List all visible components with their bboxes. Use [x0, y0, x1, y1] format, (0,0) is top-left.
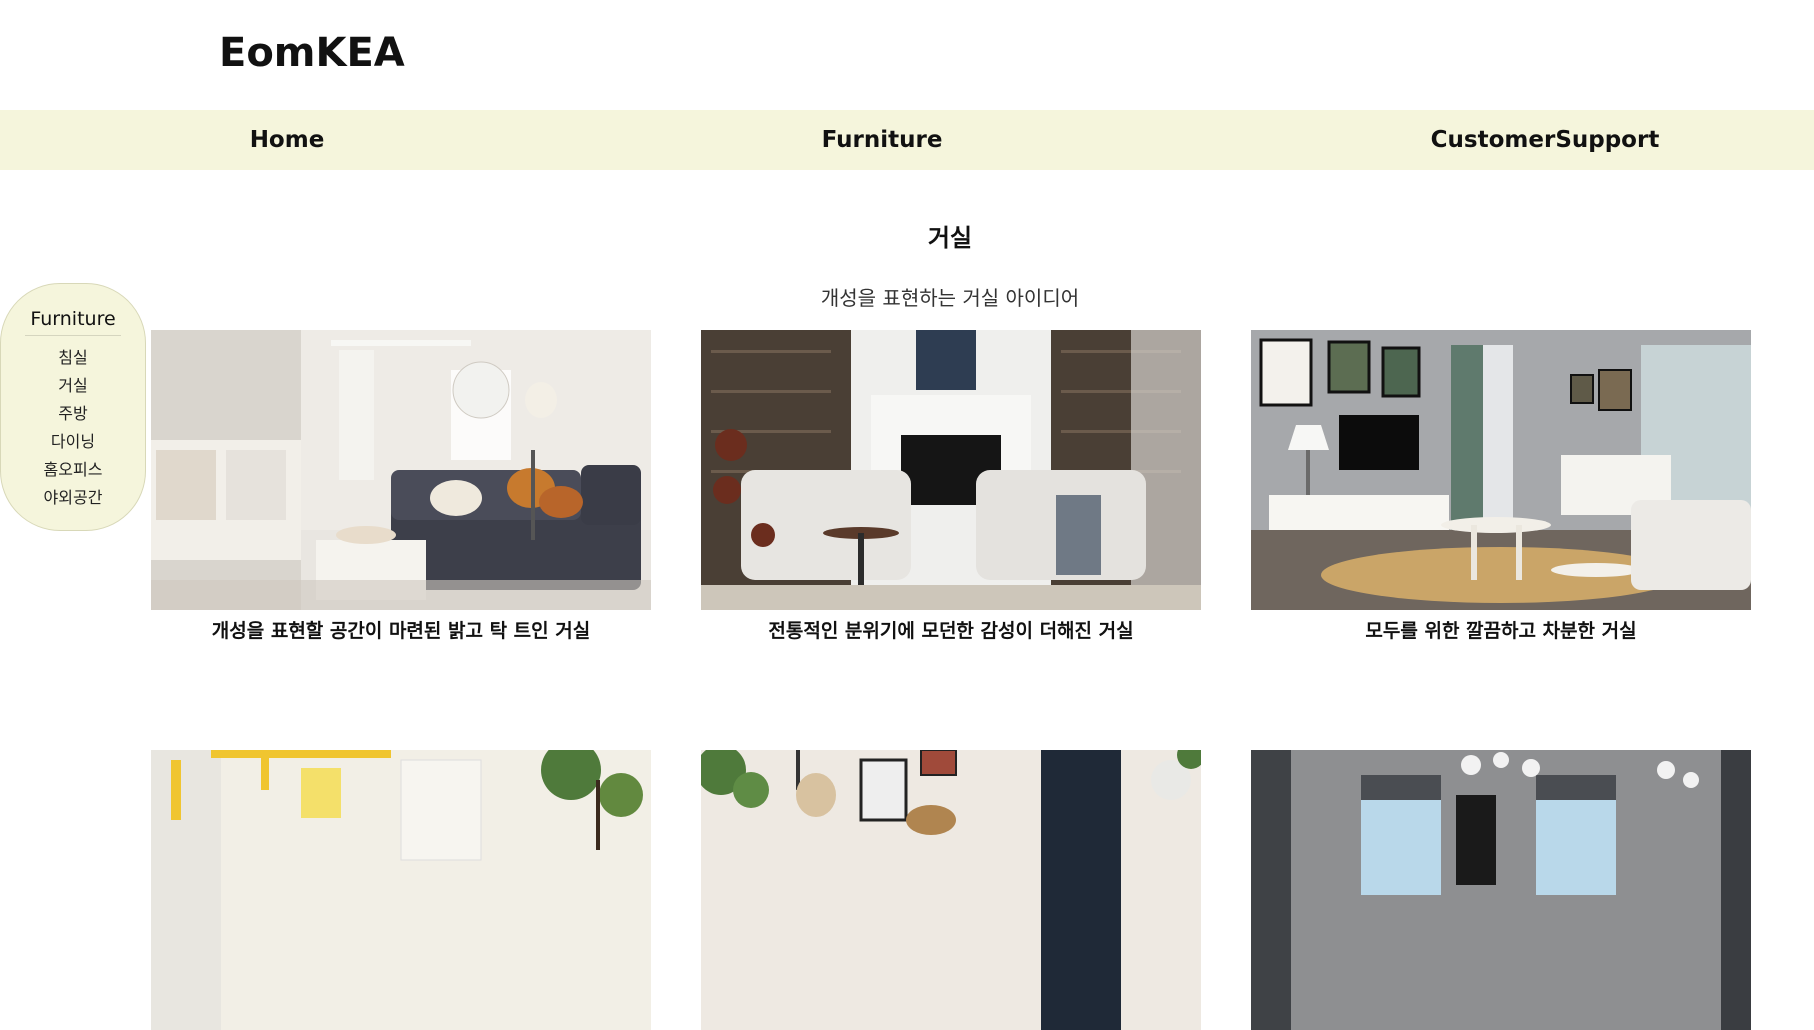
sidebar-item-living-room[interactable]: 거실	[1, 372, 145, 400]
room-photo[interactable]	[1251, 330, 1751, 610]
living-room-photo-bright	[151, 330, 651, 610]
section-title: 거실	[927, 224, 973, 252]
room-photo[interactable]	[701, 750, 1201, 1030]
card-caption[interactable]: 개성을 표현할 공간이 마련된 밝고 탁 트인 거실	[151, 616, 651, 643]
card-caption[interactable]: 전통적인 분위기에 모던한 감성이 더해진 거실	[701, 616, 1201, 643]
sidebar-item-bedroom[interactable]: 침실	[1, 344, 145, 372]
nav-furniture[interactable]: Furniture	[822, 110, 943, 170]
living-room-photo-traditional	[701, 330, 1201, 610]
room-card[interactable]	[1251, 750, 1751, 1030]
nav-customer-support[interactable]: CustomerSupport	[1431, 110, 1660, 170]
living-room-photo-calm	[1251, 330, 1751, 610]
sidebar-item-dining[interactable]: 다이닝	[1, 428, 145, 456]
main-nav: Home Furniture CustomerSupport	[0, 110, 1814, 170]
nav-home[interactable]: Home	[250, 110, 325, 170]
sidebar-item-home-office[interactable]: 홈오피스	[1, 456, 145, 484]
room-card[interactable]	[151, 750, 651, 1030]
room-card[interactable]: 모두를 위한 깔끔하고 차분한 거실	[1251, 330, 1751, 643]
room-photo[interactable]	[701, 330, 1201, 610]
room-card[interactable]	[701, 750, 1201, 1030]
living-room-photo-grey	[1251, 750, 1751, 1030]
room-photo[interactable]	[151, 750, 651, 1030]
site-logo[interactable]: EomKEA	[219, 30, 405, 76]
room-photo[interactable]	[1251, 750, 1751, 1030]
section-subtitle: 개성을 표현하는 거실 아이디어	[820, 286, 1080, 310]
room-photo[interactable]	[151, 330, 651, 610]
room-card[interactable]: 개성을 표현할 공간이 마련된 밝고 탁 트인 거실	[151, 330, 651, 643]
sidebar-item-outdoor[interactable]: 야외공간	[1, 484, 145, 512]
sidebar-title: Furniture	[25, 308, 121, 336]
sidebar-list: 침실 거실 주방 다이닝 홈오피스 야외공간	[1, 344, 145, 512]
room-card[interactable]: 전통적인 분위기에 모던한 감성이 더해진 거실	[701, 330, 1201, 643]
furniture-sidebar: Furniture 침실 거실 주방 다이닝 홈오피스 야외공간	[0, 283, 146, 531]
sidebar-item-kitchen[interactable]: 주방	[1, 400, 145, 428]
card-caption[interactable]: 모두를 위한 깔끔하고 차분한 거실	[1251, 616, 1751, 643]
living-room-photo-yellow	[151, 750, 651, 1030]
living-room-photo-plants	[701, 750, 1201, 1030]
